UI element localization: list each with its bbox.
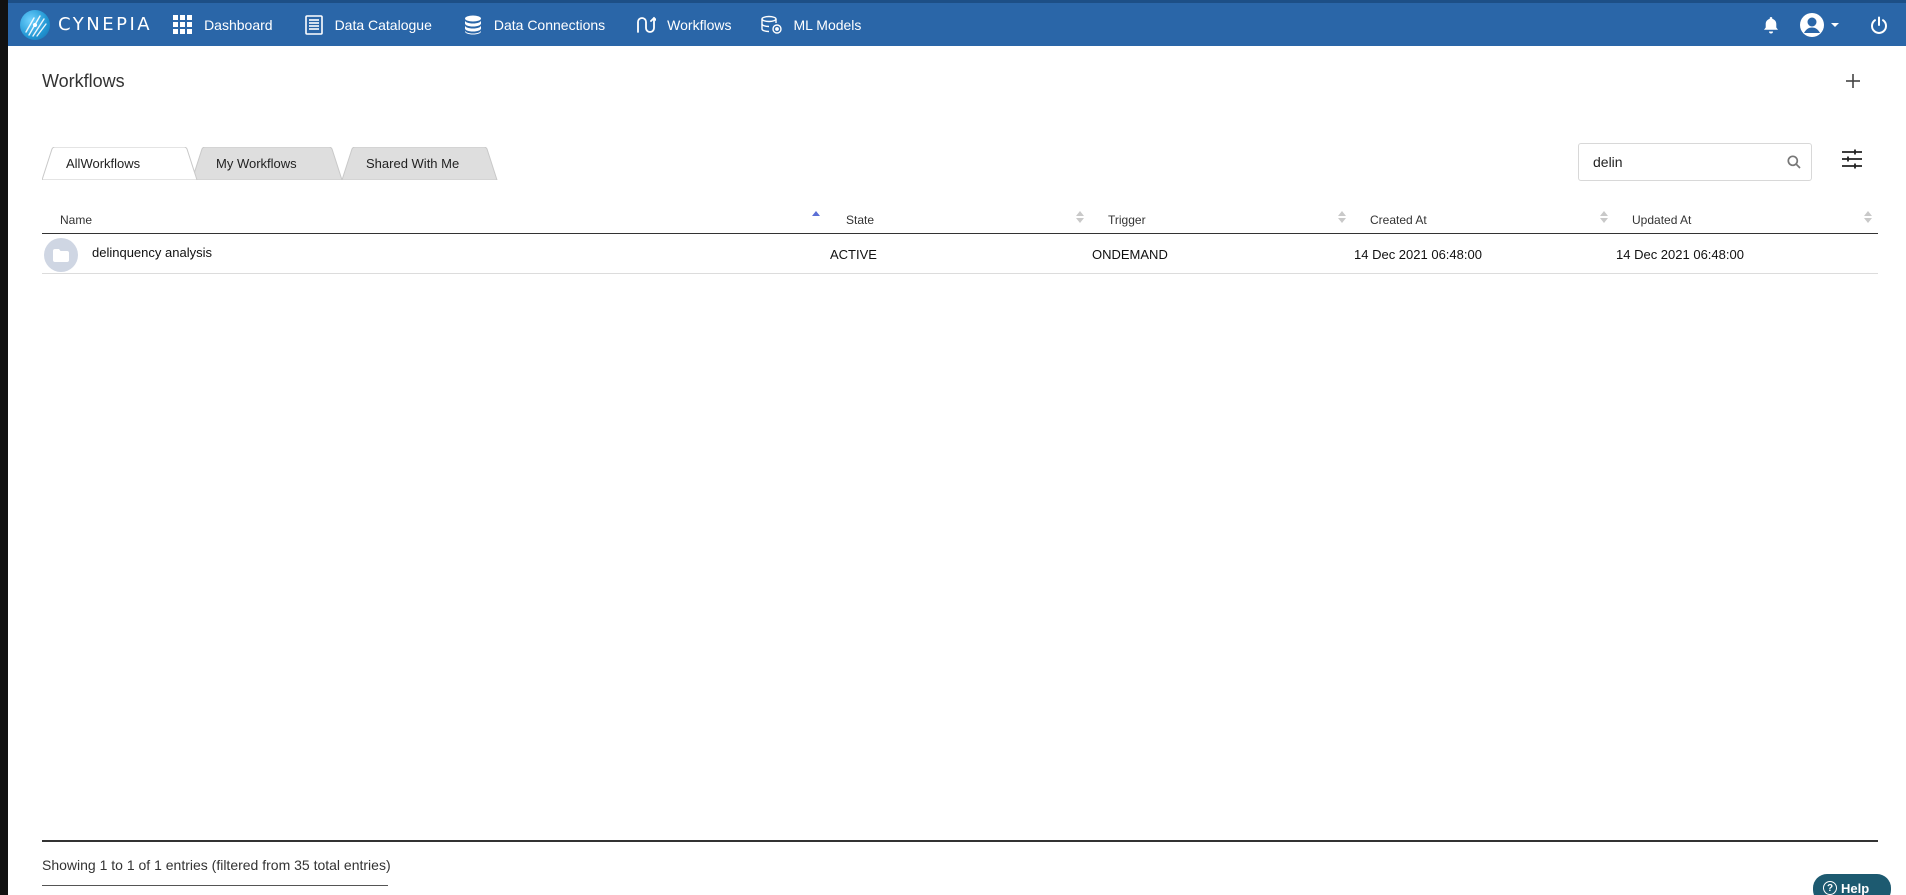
grid-icon (172, 14, 194, 36)
workflow-updated-at: 14 Dec 2021 06:48:00 (1616, 247, 1744, 262)
nav-item-data-catalogue[interactable]: Data Catalogue (303, 3, 432, 46)
search-input[interactable] (1593, 154, 1783, 170)
cynepia-logo-icon (20, 9, 50, 40)
column-header-updated-at[interactable]: Updated At (1632, 213, 1691, 227)
nav-label-data-catalogue: Data Catalogue (334, 16, 432, 33)
sliders-icon (1842, 149, 1862, 169)
filter-settings-button[interactable] (1841, 149, 1865, 173)
nav-item-dashboard[interactable]: Dashboard (172, 3, 273, 46)
workflow-trigger: ONDEMAND (1092, 247, 1168, 262)
help-button[interactable]: ? Help (1813, 874, 1891, 895)
brand-name: CYNEPIA (58, 14, 153, 35)
workflows-table: Name State Trigger Created At Updated At… (42, 204, 1878, 274)
nav-item-data-connections[interactable]: Data Connections (462, 3, 605, 46)
search-icon[interactable] (1787, 155, 1801, 174)
workflow-tabs: Shared With Me My Workflows AllWorkflows (42, 147, 512, 180)
window-left-edge (0, 0, 8, 895)
bell-icon[interactable] (1763, 16, 1779, 34)
tab-all-workflows[interactable]: AllWorkflows (42, 147, 202, 180)
database-icon (462, 14, 484, 36)
add-workflow-button[interactable] (1840, 68, 1866, 94)
help-label: Help (1841, 881, 1870, 895)
table-info-underline (42, 885, 388, 886)
sort-icon[interactable] (1600, 210, 1608, 224)
table-footer-divider (42, 840, 1878, 842)
sort-icon[interactable] (1076, 210, 1084, 224)
user-avatar-icon (1800, 12, 1824, 37)
workflow-state: ACTIVE (830, 247, 877, 262)
nav-label-dashboard: Dashboard (204, 16, 273, 33)
folder-icon (44, 238, 78, 272)
table-row[interactable]: delinquency analysis ACTIVE ONDEMAND 14 … (42, 234, 1878, 274)
tab-label-all-workflows: AllWorkflows (66, 156, 141, 171)
top-navbar: CYNEPIA Dashboard Data Catalogue Data Co… (8, 0, 1906, 46)
nav-right-controls (1743, 3, 1906, 46)
nav-label-workflows: Workflows (667, 16, 732, 33)
workflow-name[interactable]: delinquency analysis (92, 245, 212, 260)
sort-ascending-icon[interactable] (812, 210, 820, 224)
ml-model-icon (761, 14, 783, 36)
caret-down-icon (1831, 22, 1839, 27)
brand[interactable]: CYNEPIA (20, 9, 153, 40)
nav-item-ml-models[interactable]: ML Models (761, 3, 861, 46)
search-box (1578, 143, 1812, 181)
document-icon (303, 14, 325, 36)
nav-label-ml-models: ML Models (793, 16, 862, 33)
column-header-trigger[interactable]: Trigger (1108, 213, 1146, 227)
tab-shared-with-me[interactable]: Shared With Me (342, 147, 502, 180)
user-menu[interactable] (1799, 12, 1840, 38)
table-info: Showing 1 to 1 of 1 entries (filtered fr… (42, 857, 391, 873)
nav-item-workflows[interactable]: Workflows (635, 3, 731, 46)
column-header-state[interactable]: State (846, 213, 874, 227)
tab-my-workflows[interactable]: My Workflows (192, 147, 347, 180)
power-icon[interactable] (1870, 16, 1888, 34)
question-icon: ? (1823, 881, 1837, 895)
column-header-created-at[interactable]: Created At (1370, 213, 1427, 227)
plus-icon (1846, 74, 1860, 88)
column-header-name[interactable]: Name (60, 213, 92, 227)
workflow-icon (635, 14, 657, 36)
sort-icon[interactable] (1338, 210, 1346, 224)
tab-label-shared-with-me: Shared With Me (366, 156, 460, 171)
page-title: Workflows (42, 71, 125, 91)
tab-label-my-workflows: My Workflows (216, 156, 297, 171)
sort-icon[interactable] (1864, 210, 1872, 224)
table-header: Name State Trigger Created At Updated At (42, 204, 1878, 234)
nav-label-data-connections: Data Connections (493, 16, 606, 33)
workflow-created-at: 14 Dec 2021 06:48:00 (1354, 247, 1482, 262)
